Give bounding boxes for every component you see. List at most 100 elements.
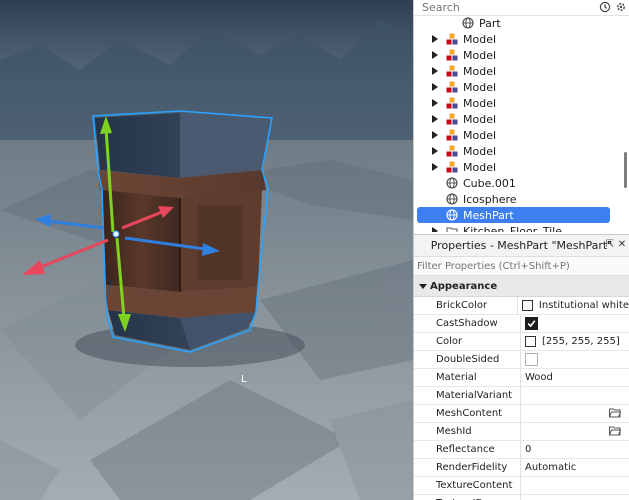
close-icon[interactable]: ✕ [617,240,627,250]
property-name: MaterialVariant [414,387,521,404]
explorer-item-label: Cube.001 [463,176,516,190]
explorer-item-label: Model [463,96,497,110]
property-name: MeshId [414,423,521,440]
explorer-item[interactable]: MeshPart [417,207,610,223]
expand-arrow-icon[interactable] [431,131,439,139]
explorer-item[interactable]: Kitchen_Floor_Tile [414,223,614,232]
property-value-cell[interactable]: Wood [521,369,629,386]
3d-viewport[interactable]: L [0,0,413,500]
model-icon [446,65,458,77]
arrow-spacer [447,19,455,27]
explorer-item-label: MeshPart [463,208,514,222]
checkmark-icon [527,320,536,328]
property-name: MeshContent [414,405,521,422]
property-name: Color [414,333,521,350]
explorer-item-label: Kitchen_Floor_Tile [463,224,562,233]
property-value: 0 [525,444,532,455]
explorer-item[interactable]: Model [414,63,614,79]
property-name: Material [414,369,521,386]
explorer-item[interactable]: Model [414,111,614,127]
property-row[interactable]: RenderFidelity Automatic [414,459,629,477]
open-folder-icon[interactable] [608,426,622,436]
explorer-scrollbar[interactable] [624,152,627,188]
section-appearance[interactable]: Appearance [414,276,629,297]
explorer-search-row [414,0,629,16]
explorer-item[interactable]: Part [414,15,614,31]
expand-arrow-icon[interactable] [431,51,439,59]
expand-arrow-icon[interactable] [431,147,439,155]
explorer-item-label: Model [463,144,497,158]
part-icon [462,17,474,29]
explorer-item[interactable]: Model [414,31,614,47]
color-swatch[interactable] [525,336,536,347]
property-row[interactable]: CastShadow [414,315,629,333]
explorer-item-label: Model [463,64,497,78]
filter-properties-row [414,257,629,276]
section-title: Appearance [430,280,498,292]
arrow-spacer [431,195,439,203]
property-value-cell[interactable]: Institutional white [518,297,629,314]
explorer-search-input[interactable] [414,1,592,14]
property-row[interactable]: TextureID [414,495,629,500]
color-swatch[interactable] [521,300,533,311]
expand-arrow-icon[interactable] [431,99,439,107]
property-name: Reflectance [414,441,521,458]
meshpart-icon [446,209,458,221]
gizmo-center[interactable] [112,230,120,238]
property-value-cell[interactable]: 0 [521,441,629,458]
expand-arrow-icon[interactable] [431,67,439,75]
model-icon [446,129,458,141]
property-value-cell[interactable] [521,387,629,404]
property-row[interactable]: Reflectance 0 [414,441,629,459]
property-rows: BrickColor Institutional white CastShadow C… [414,297,629,500]
filter-properties-input[interactable] [417,260,617,272]
viewport-scene[interactable] [0,0,413,500]
explorer-item[interactable]: Model [414,127,614,143]
property-checkbox[interactable] [525,317,538,330]
expand-arrow-icon[interactable] [431,227,439,232]
property-value-cell[interactable] [521,315,629,332]
property-value-cell[interactable] [521,405,629,422]
property-value-cell[interactable] [521,351,629,368]
property-row[interactable]: MeshId [414,423,629,441]
property-checkbox[interactable] [525,353,538,366]
explorer-item-label: Part [479,16,501,30]
property-row[interactable]: Color [255, 255, 255] [414,333,629,351]
property-row[interactable]: BrickColor Institutional white [414,297,629,315]
history-icon[interactable] [599,1,611,13]
undock-icon[interactable]: ⇱ [605,240,615,250]
property-value-cell[interactable] [521,423,629,440]
property-value-cell[interactable] [521,495,629,500]
property-value: Wood [525,372,553,383]
explorer-panel: Part Model Model Model Model Model Model Model M… [414,0,629,232]
explorer-item-label: Icosphere [463,192,517,206]
property-row[interactable]: DoubleSided [414,351,629,369]
property-value-cell[interactable]: [255, 255, 255] [521,333,629,350]
collapse-caret-icon[interactable] [418,281,428,291]
property-row[interactable]: MeshContent [414,405,629,423]
filter-settings-icon[interactable] [615,1,627,13]
property-value-cell[interactable] [521,477,629,494]
property-row[interactable]: MaterialVariant [414,387,629,405]
property-row[interactable]: Material Wood [414,369,629,387]
properties-title: Properties - MeshPart "MeshPart" [430,239,613,252]
explorer-item[interactable]: Model [414,79,614,95]
property-value-cell[interactable]: Automatic [521,459,629,476]
property-name: TextureID [414,495,521,500]
explorer-item[interactable]: Model [414,143,614,159]
property-name: TextureContent [414,477,521,494]
open-folder-icon[interactable] [608,408,622,418]
explorer-item[interactable]: Icosphere [414,191,614,207]
arrow-spacer [431,179,439,187]
expand-arrow-icon[interactable] [431,115,439,123]
explorer-item[interactable]: Model [414,95,614,111]
explorer-item[interactable]: Model [414,47,614,63]
property-row[interactable]: TextureContent [414,477,629,495]
explorer-item[interactable]: Cube.001 [414,175,614,191]
explorer-item[interactable]: Model [414,159,614,175]
explorer-item-label: Model [463,48,497,62]
expand-arrow-icon[interactable] [431,83,439,91]
expand-arrow-icon[interactable] [431,35,439,43]
expand-arrow-icon[interactable] [431,163,439,171]
model-icon [446,145,458,157]
